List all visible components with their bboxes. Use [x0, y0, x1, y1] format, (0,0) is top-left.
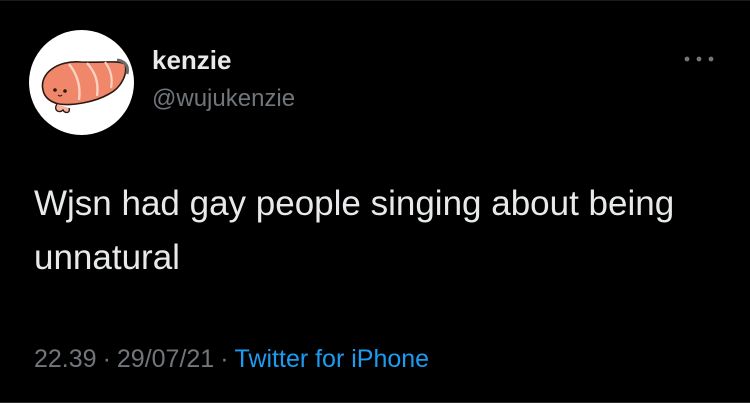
tweet-text: Wjsn had gay people singing about being … [34, 184, 675, 277]
display-name[interactable]: kenzie [152, 45, 232, 76]
separator: · [220, 345, 229, 373]
avatar[interactable] [29, 30, 134, 135]
tweet-source-link[interactable]: Twitter for iPhone [235, 345, 430, 373]
separator: · [102, 345, 111, 373]
tweet-card: kenzie @wujukenzie Wjsn had gay people s… [0, 0, 750, 403]
more-dots-icon [684, 56, 714, 62]
salmon-sushi-icon [41, 58, 129, 114]
tweet-time[interactable]: 22.39 [34, 345, 97, 373]
more-options-button[interactable] [682, 49, 716, 69]
tweet-date[interactable]: 29/07/21 [117, 345, 214, 373]
tweet-metadata: 22.39 · 29/07/21 · Twitter for iPhone [34, 345, 429, 374]
username-handle[interactable]: @wujukenzie [152, 85, 295, 113]
